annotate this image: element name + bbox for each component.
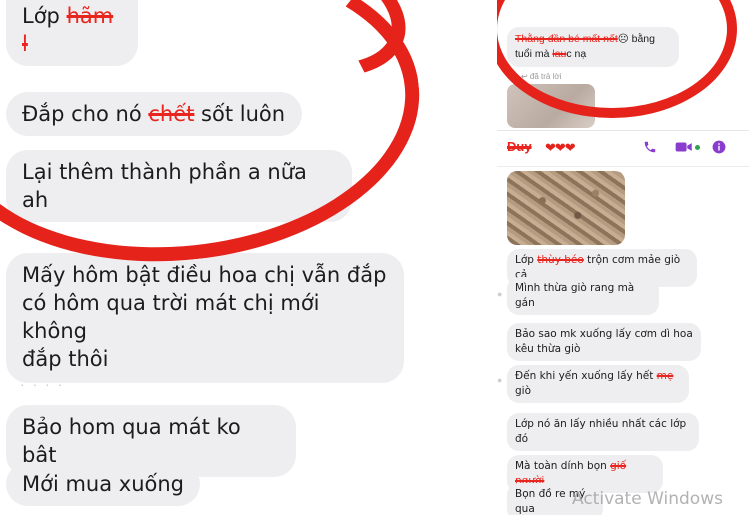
windows-activation-watermark: Activate Windows xyxy=(572,489,723,509)
message-bubble: Mới mua xuống xyxy=(6,462,200,506)
heart-emoji-icon: ❤❤❤ xyxy=(545,140,576,155)
contact-name[interactable]: Duy xyxy=(507,139,532,154)
video-call-icon[interactable] xyxy=(675,140,693,157)
left-chat-screenshot: Lớp hãm l Đắp cho nó chết sốt luôn Lại t… xyxy=(0,0,497,515)
right-top-screenshot: Thằng đần bé mất nết☹ bằng tuổi mà lauc … xyxy=(497,0,749,128)
phone-icon[interactable] xyxy=(643,140,657,157)
typing-dots: · · · · xyxy=(20,376,65,392)
message-bubble: Đến khi yến xuống lấy hết mẹ giò xyxy=(507,365,689,403)
message-bubble: Mấy hôm bật điều hoa chị vẫn đắp có hôm … xyxy=(6,253,404,383)
food-photo[interactable] xyxy=(507,171,625,245)
redacted-text: thùy béo xyxy=(537,254,584,266)
seen-indicator-icon: ● xyxy=(497,375,503,385)
redacted-text: mẹ xyxy=(656,370,674,382)
seen-indicator-icon: ● xyxy=(497,289,503,299)
messenger-screenshot: Duy ❤❤❤ Lớp thùy béo trộn cơm mảe giò cả… xyxy=(497,130,749,515)
message-bubble: Mình thừa giò rang mà gán xyxy=(507,277,659,315)
message-bubble: Bảo sao mk xuống lấy cơm dì hoa kêu thừa… xyxy=(507,323,701,361)
conversation-header: Duy ❤❤❤ xyxy=(497,131,749,167)
message-bubble: Lớp nó ăn lấy nhiều nhất các lớp đó xyxy=(507,413,699,451)
info-icon[interactable] xyxy=(712,140,726,157)
active-status-dot xyxy=(695,145,700,150)
